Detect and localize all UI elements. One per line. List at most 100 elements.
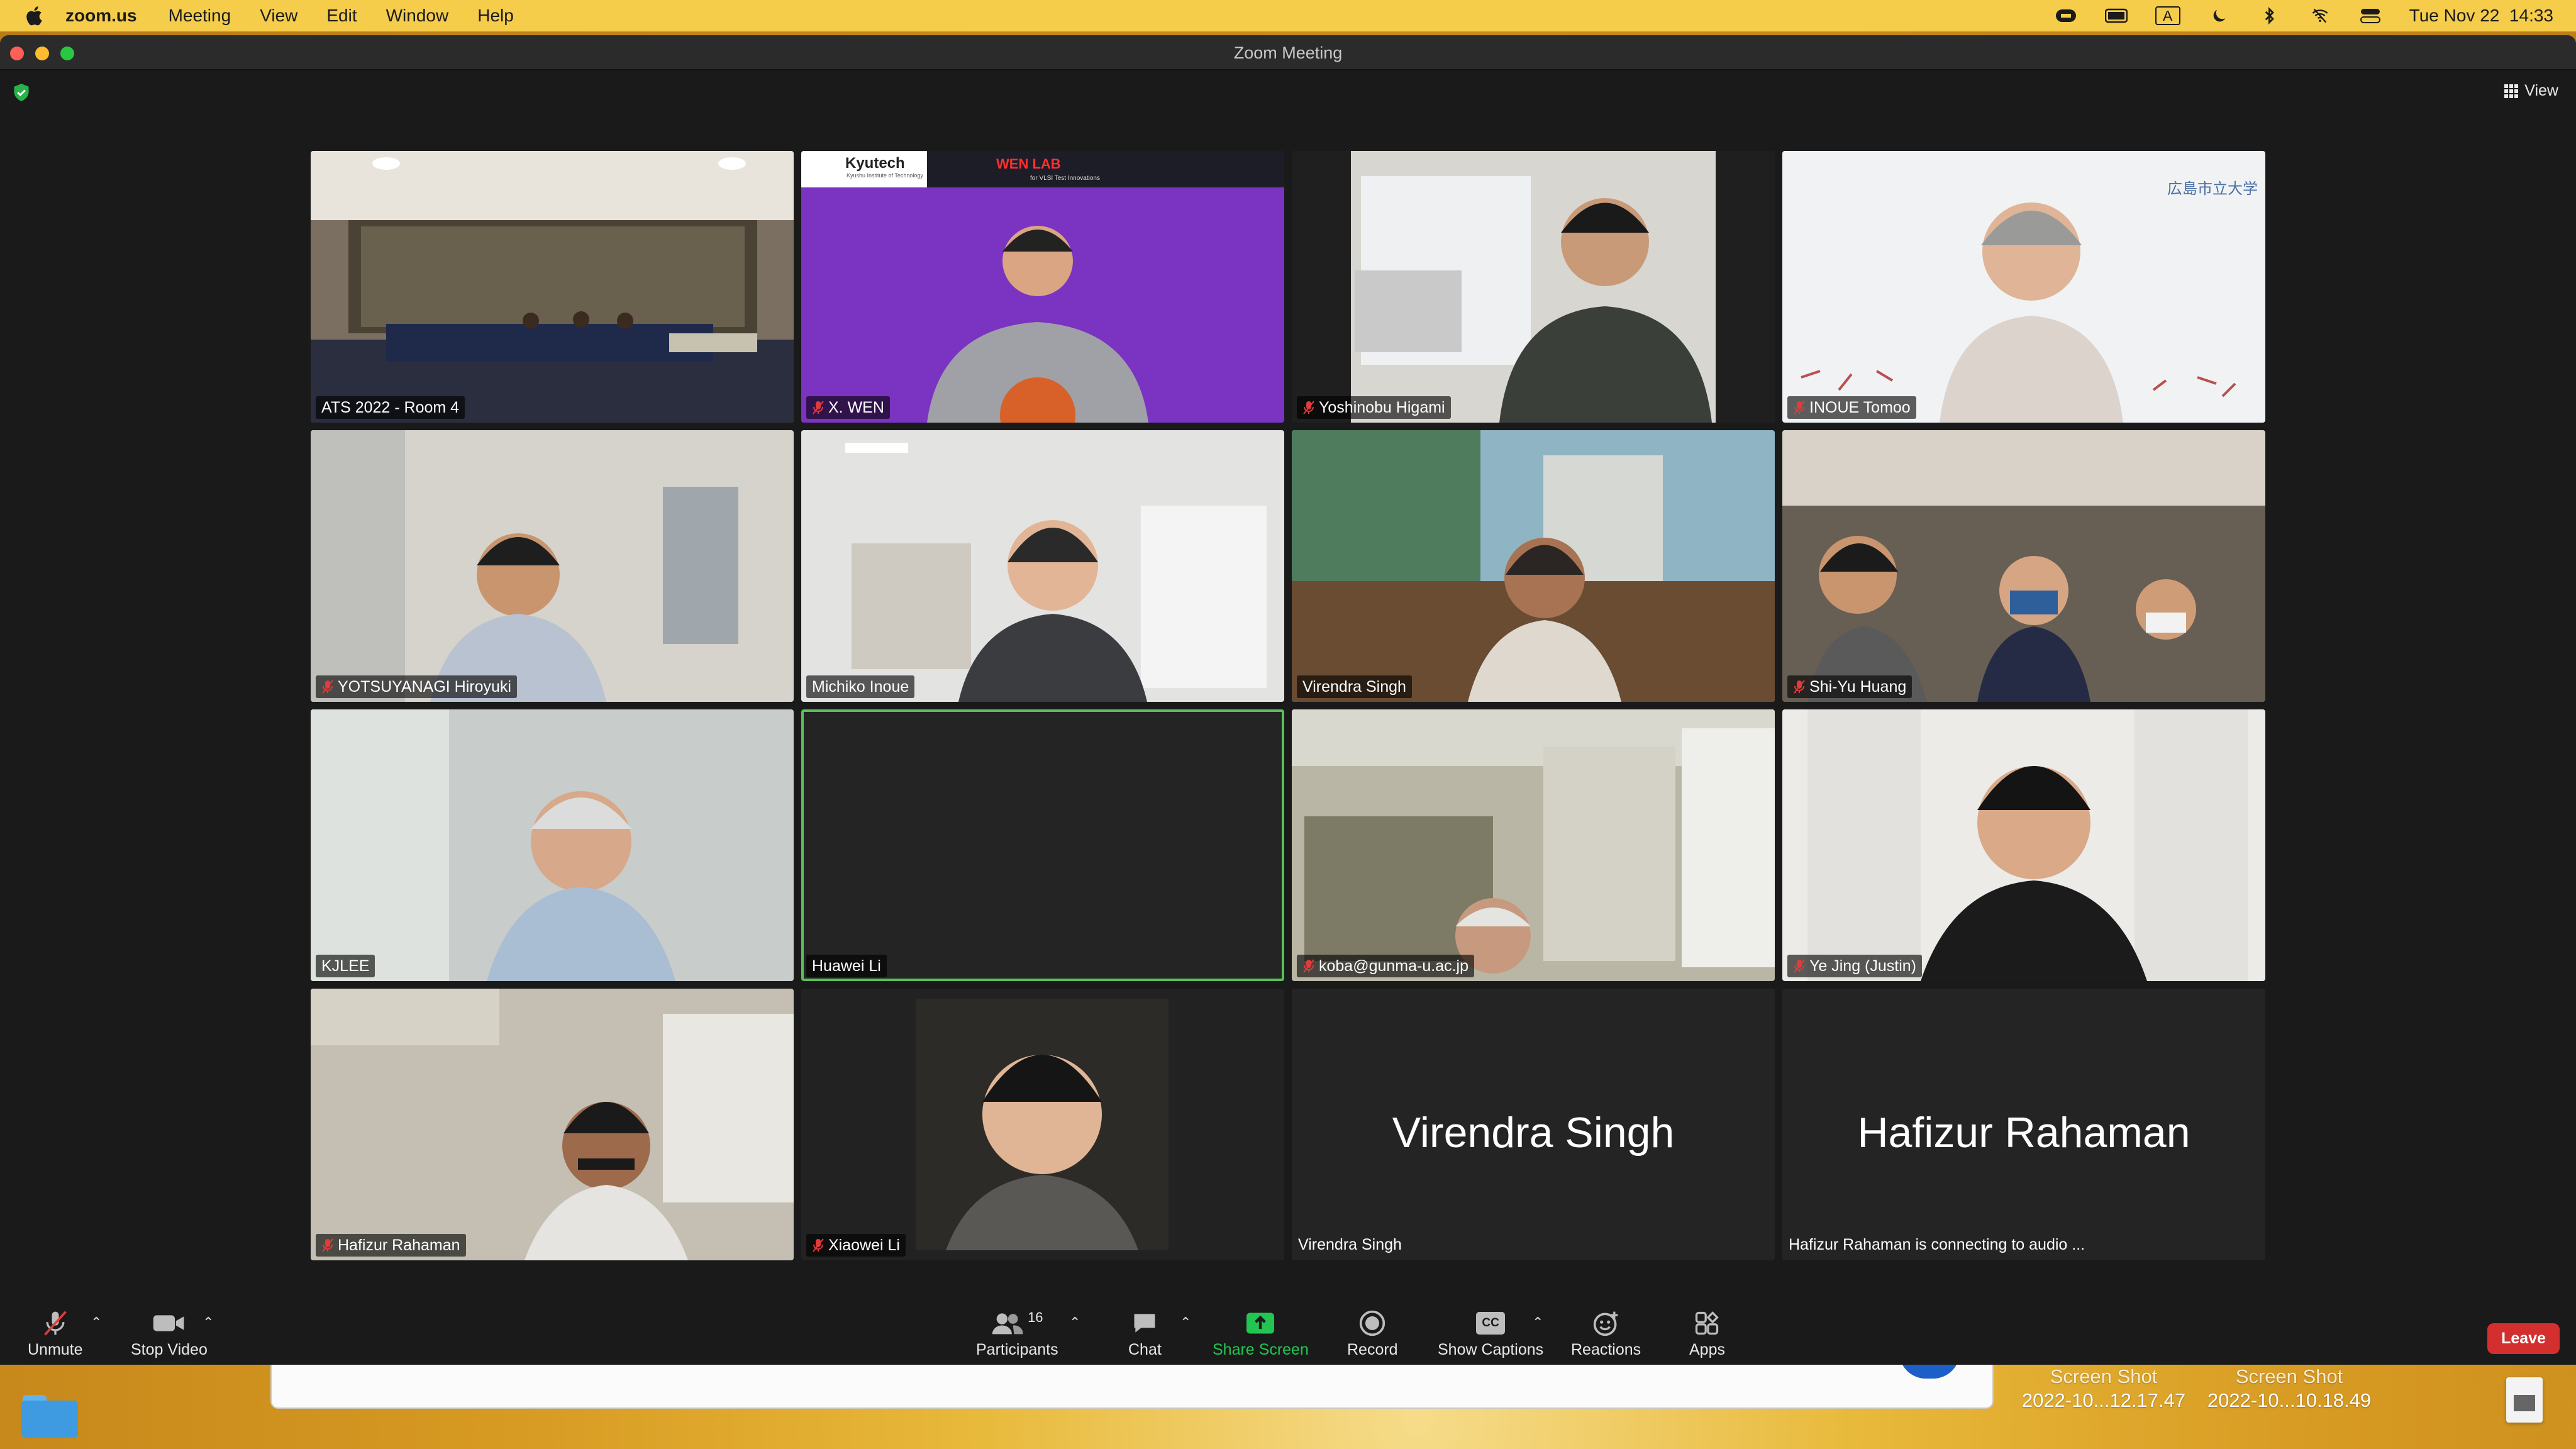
wifi-off-icon[interactable] (2309, 6, 2331, 25)
participant-name-tag: Yoshinobu Higami (1297, 396, 1451, 419)
video-options-chevron-icon[interactable]: ⌃ (203, 1314, 214, 1331)
leave-button[interactable]: Leave (2487, 1323, 2560, 1354)
video-tile-kjlee[interactable]: KJLEE (311, 709, 794, 981)
dock-document-icon[interactable] (2506, 1377, 2543, 1423)
participants-button[interactable]: 16 Participants (976, 1309, 1058, 1359)
video-tile-yotsuyanagi[interactable]: YOTSUYANAGI Hiroyuki (311, 430, 794, 702)
menu-view[interactable]: View (260, 6, 297, 26)
unmute-button[interactable]: Unmute (28, 1309, 83, 1359)
muted-mic-icon (322, 1238, 333, 1252)
participant-name-tag: KJLEE (316, 955, 375, 977)
participant-video (311, 989, 794, 1260)
participant-count-badge: 16 (1028, 1309, 1043, 1325)
video-tile-hafizur-rahaman[interactable]: Hafizur Rahaman (311, 989, 794, 1260)
participant-status-label: Hafizur Rahaman is connecting to audio .… (1789, 1236, 2085, 1253)
kyutech-subtitle: Kyushu Institute of Technology (847, 172, 923, 179)
record-icon (1360, 1310, 1385, 1336)
participant-name-tag: INOUE Tomoo (1787, 396, 1916, 419)
view-button[interactable]: View (2504, 82, 2558, 100)
dock-folder-icon[interactable] (21, 1395, 78, 1438)
profile-photo (801, 989, 1284, 1260)
participants-label: Participants (976, 1341, 1058, 1358)
apps-label: Apps (1689, 1341, 1725, 1358)
virtual-background-video (801, 151, 1284, 423)
reactions-smiley-icon (1593, 1311, 1618, 1336)
zoom-status-icon[interactable] (2055, 6, 2077, 25)
status-area: A Tue Nov 22 14:33 (2055, 0, 2553, 31)
menu-window[interactable]: Window (386, 6, 449, 26)
captions-chevron-icon[interactable]: ⌃ (1532, 1314, 1543, 1331)
participants-chevron-icon[interactable]: ⌃ (1069, 1314, 1080, 1331)
desktop-file-screenshot-2[interactable]: Screen Shot 2022-10...10.18.49 (2195, 1365, 2384, 1413)
share-screen-icon (1246, 1313, 1275, 1334)
muted-mic-icon (43, 1311, 67, 1336)
participant-name-tag: YOTSUYANAGI Hiroyuki (316, 675, 517, 698)
muted-mic-icon (1794, 401, 1805, 414)
record-label: Record (1347, 1341, 1398, 1358)
video-tile-hafizur-rahaman-2[interactable]: Hafizur Rahaman Hafizur Rahaman is conne… (1782, 989, 2265, 1260)
video-tile-virendra-singh[interactable]: Virendra Singh (1292, 430, 1775, 702)
closed-captions-icon: CC (1476, 1312, 1506, 1335)
menubar: zoom.us Meeting View Edit Window Help A … (0, 0, 2576, 31)
battery-icon[interactable] (2104, 6, 2128, 25)
participant-display-name: Virendra Singh (1392, 1109, 1675, 1157)
muted-mic-icon (1794, 680, 1805, 694)
participant-name-tag: X. WEN (806, 396, 890, 419)
participant-name-tag: Huawei Li (806, 955, 887, 977)
menu-edit[interactable]: Edit (326, 6, 357, 26)
video-tile-huawei-li[interactable]: Huawei Li (801, 709, 1284, 981)
record-button[interactable]: Record (1347, 1309, 1398, 1359)
menu-meeting[interactable]: Meeting (169, 6, 231, 26)
stop-video-button[interactable]: Stop Video (131, 1309, 208, 1359)
menu-app-name[interactable]: zoom.us (65, 6, 137, 26)
encryption-shield-icon[interactable] (13, 83, 30, 102)
show-captions-button[interactable]: CC Show Captions (1438, 1309, 1543, 1359)
chat-bubble-icon (1134, 1314, 1155, 1333)
view-label: View (2524, 82, 2558, 99)
window-title: Zoom Meeting (1233, 43, 1343, 62)
chat-button[interactable]: Chat (1128, 1309, 1162, 1359)
video-tile-shi-yu-huang[interactable]: Shi-Yu Huang (1782, 430, 2265, 702)
kyutech-logo: Kyutech (845, 155, 905, 172)
participant-video (1782, 430, 2265, 702)
desktop-file-screenshot-1[interactable]: Screen Shot 2022-10...12.17.47 (2009, 1365, 2198, 1413)
bluetooth-icon[interactable] (2258, 6, 2281, 25)
conference-room-video (311, 151, 794, 423)
menubar-clock[interactable]: Tue Nov 22 14:33 (2409, 6, 2553, 26)
participant-display-name: Hafizur Rahaman (1857, 1109, 2190, 1157)
apps-button[interactable]: Apps (1689, 1309, 1725, 1359)
video-tile-ye-jing[interactable]: Ye Jing (Justin) (1782, 709, 2265, 981)
share-screen-button[interactable]: Share Screen (1213, 1309, 1309, 1359)
file-name: Screen Shot (2050, 1365, 2158, 1387)
participant-name-tag: Virendra Singh (1297, 675, 1412, 698)
menu-help[interactable]: Help (477, 6, 514, 26)
chat-chevron-icon[interactable]: ⌃ (1180, 1314, 1191, 1331)
reactions-label: Reactions (1571, 1341, 1641, 1358)
audio-options-chevron-icon[interactable]: ⌃ (91, 1314, 102, 1331)
unmute-label: Unmute (28, 1341, 83, 1358)
participant-name-tag: Shi-Yu Huang (1787, 675, 1913, 698)
chat-label: Chat (1128, 1341, 1162, 1358)
apple-logo-icon[interactable] (24, 4, 47, 27)
reactions-button[interactable]: Reactions (1571, 1309, 1641, 1359)
video-tile-yoshinobu-higami[interactable]: Yoshinobu Higami (1292, 151, 1775, 423)
focus-moon-icon[interactable] (2208, 6, 2231, 25)
input-source-icon[interactable]: A (2155, 6, 2180, 25)
video-tile-virendra-singh-2[interactable]: Virendra Singh Virendra Singh (1292, 989, 1775, 1260)
control-center-icon[interactable] (2359, 6, 2382, 25)
video-tile-koba[interactable]: koba@gunma-u.ac.jp (1292, 709, 1775, 981)
video-tile-xiaowei-li[interactable]: Xiaowei Li (801, 989, 1284, 1260)
muted-mic-icon (1303, 401, 1314, 414)
participant-name-tag: Xiaowei Li (806, 1234, 906, 1257)
video-tile-ats-room[interactable]: ATS 2022 - Room 4 (311, 151, 794, 423)
muted-mic-icon (1794, 959, 1805, 973)
muted-mic-icon (322, 680, 333, 694)
apps-icon (1696, 1311, 1719, 1335)
stop-video-label: Stop Video (131, 1341, 208, 1358)
participant-video (1292, 151, 1775, 423)
participant-video (1782, 709, 2265, 981)
video-tile-michiko-inoue[interactable]: Michiko Inoue (801, 430, 1284, 702)
video-tile-x-wen[interactable]: Kyutech Kyushu Institute of Technology W… (801, 151, 1284, 423)
participant-video (1292, 430, 1775, 702)
video-tile-inoue-tomoo[interactable]: 広島市立大学 INOUE Tomoo (1782, 151, 2265, 423)
